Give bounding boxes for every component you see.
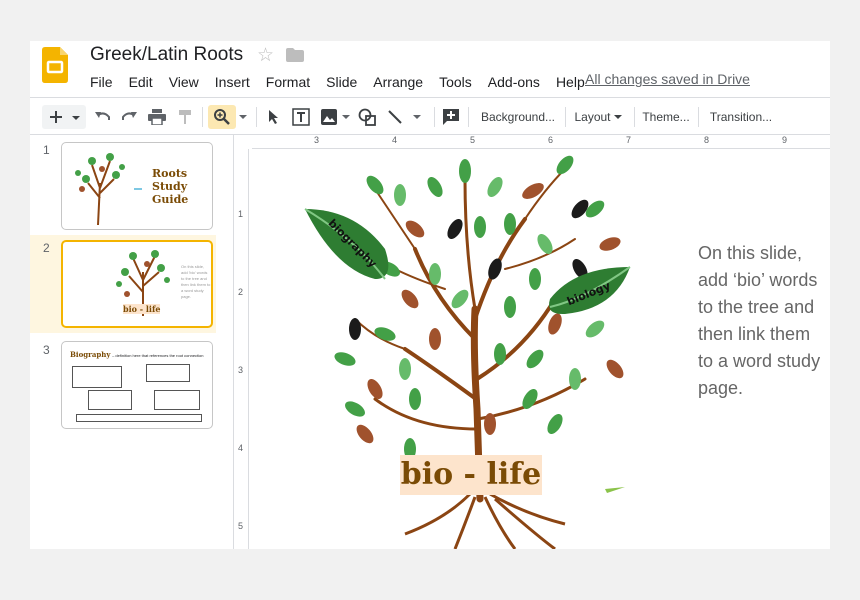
biography-leaf[interactable]: biography — [304, 208, 389, 280]
ruler-tick: 3 — [238, 365, 244, 375]
slide-filmstrip: 1 Roots Study Guide 2 bio - life On this… — [30, 135, 234, 549]
save-status-link[interactable]: All changes saved in Drive — [585, 71, 750, 87]
slide-thumbnail-1[interactable]: Roots Study Guide — [61, 142, 213, 230]
background-button[interactable]: Background... — [476, 105, 560, 129]
ruler-tick: 4 — [238, 443, 244, 453]
toolbar-divider — [468, 107, 469, 127]
ruler-tick: 4 — [392, 135, 398, 145]
thumb-box — [154, 390, 200, 410]
slides-logo-icon[interactable] — [42, 47, 68, 83]
menu-tools[interactable]: Tools — [431, 74, 480, 90]
slide-canvas[interactable]: 3 4 5 6 7 8 9 1 2 3 4 5 biography biolog… — [235, 135, 830, 549]
select-cursor-icon[interactable] — [264, 105, 284, 129]
slides-app: Greek/Latin Roots ☆ File Edit View Inser… — [30, 41, 830, 549]
menu-format[interactable]: Format — [258, 74, 318, 90]
thumb-box — [88, 390, 132, 410]
thumb-heading: Biography – definition here that referen… — [70, 350, 204, 359]
zoom-icon[interactable] — [208, 105, 236, 129]
tree-roots — [404, 492, 566, 549]
shape-icon[interactable] — [356, 105, 378, 129]
ruler-tick: 5 — [470, 135, 476, 145]
thumb-subtitle: – definition here that references the ro… — [112, 353, 204, 358]
slide-number: 2 — [43, 241, 50, 255]
toolbar-divider — [565, 107, 566, 127]
horizontal-ruler[interactable]: 3 4 5 6 7 8 9 — [252, 135, 830, 149]
toolbar-divider — [202, 107, 203, 127]
biology-leaf[interactable]: biology — [549, 266, 631, 315]
paint-format-icon[interactable] — [174, 105, 196, 129]
insert-image-icon[interactable] — [318, 105, 352, 129]
menu-arrange[interactable]: Arrange — [365, 74, 431, 90]
undo-icon[interactable] — [92, 105, 114, 129]
vertical-ruler[interactable]: 1 2 3 4 5 — [235, 149, 249, 549]
document-title[interactable]: Greek/Latin Roots — [90, 44, 243, 66]
menu-file[interactable]: File — [82, 74, 121, 90]
thumb-note: On this slide, add 'bio' words to the tr… — [181, 264, 211, 299]
ruler-tick: 5 — [238, 521, 244, 531]
menu-insert[interactable]: Insert — [207, 74, 258, 90]
ruler-tick: 1 — [238, 209, 244, 219]
thumb-box — [72, 366, 122, 388]
thumb-title: Roots Study Guide — [152, 167, 189, 206]
ruler-tick: 3 — [314, 135, 320, 145]
zoom-dropdown-icon[interactable] — [236, 105, 250, 129]
slide-thumbnail-2[interactable]: bio - life On this slide, add 'bio' word… — [61, 240, 213, 328]
toolbar-divider — [434, 107, 435, 127]
menu-addons[interactable]: Add-ons — [480, 74, 548, 90]
text-box-icon[interactable] — [290, 105, 312, 129]
chevron-down-icon — [613, 114, 622, 119]
ruler-tick: 2 — [238, 287, 244, 297]
menu-slide[interactable]: Slide — [318, 74, 365, 90]
add-comment-icon[interactable] — [440, 105, 462, 129]
slide-number: 3 — [43, 343, 50, 357]
layout-button[interactable]: Layout — [572, 105, 624, 129]
star-icon[interactable]: ☆ — [257, 44, 274, 67]
thumb-label: bio - life — [123, 304, 161, 314]
bio-life-label[interactable]: bio - life — [400, 455, 542, 495]
ruler-tick: 7 — [626, 135, 632, 145]
toolbar: Background... Layout Theme... Transition… — [30, 97, 830, 135]
menu-edit[interactable]: Edit — [121, 74, 161, 90]
redo-icon[interactable] — [118, 105, 140, 129]
toolbar-divider — [698, 107, 699, 127]
ruler-tick: 6 — [548, 135, 554, 145]
thumb-box — [76, 414, 202, 422]
line-icon[interactable] — [386, 105, 426, 129]
instruction-text[interactable]: On this slide, add ‘bio’ words to the tr… — [698, 240, 828, 402]
slide-number: 1 — [43, 143, 50, 157]
slide-thumbnail-3[interactable]: Biography – definition here that referen… — [61, 341, 213, 429]
toolbar-divider — [256, 107, 257, 127]
ruler-tick: 9 — [782, 135, 788, 145]
layout-label: Layout — [574, 110, 611, 124]
theme-button[interactable]: Theme... — [640, 105, 692, 129]
print-icon[interactable] — [146, 105, 168, 129]
thumb-title: Biography — [70, 350, 111, 359]
menu-view[interactable]: View — [161, 74, 207, 90]
folder-icon[interactable] — [286, 48, 304, 62]
menu-bar: File Edit View Insert Format Slide Arran… — [82, 74, 593, 90]
thumb-box — [146, 364, 190, 382]
transition-button[interactable]: Transition... — [706, 105, 776, 129]
toolbar-divider — [634, 107, 635, 127]
new-slide-button[interactable] — [42, 105, 86, 129]
ruler-tick: 8 — [704, 135, 710, 145]
